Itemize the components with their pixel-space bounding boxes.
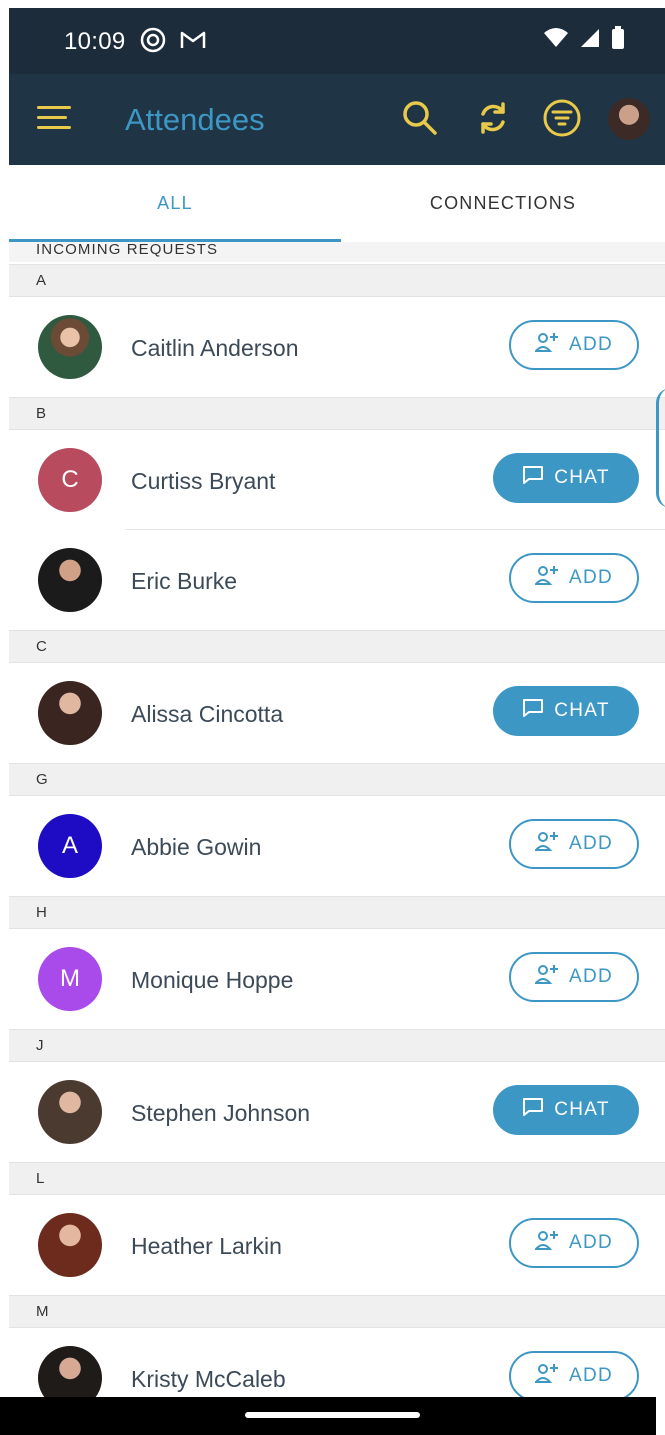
attendee-name: Stephen Johnson [131,1100,311,1126]
tab-connections[interactable]: CONNECTIONS [341,165,665,242]
attendee-name: Heather Larkin [131,1233,282,1259]
screen: 10:09 Attendees ALL CONNECTIONS INCOMING… [9,8,665,1435]
add-label: ADD [568,1232,613,1253]
avatar [38,548,102,612]
section-header: H [9,896,665,929]
search-icon [400,98,440,143]
section-header: A [9,264,665,297]
add-person-icon [533,830,559,858]
section-header: L [9,1162,665,1195]
gmail-icon [179,28,207,57]
add-label: ADD [568,966,613,987]
add-label: ADD [568,334,613,355]
avatar [38,1080,102,1144]
attendee-name: Abbie Gowin [131,834,262,860]
list-item[interactable]: C Curtiss Bryant CHAT [9,430,665,530]
add-person-icon [533,564,559,592]
list-item[interactable]: Stephen Johnson CHAT [9,1062,665,1162]
list-item[interactable]: Caitlin Anderson ADD [9,297,665,397]
add-label: ADD [568,1365,613,1386]
section-header: C [9,630,665,663]
menu-button[interactable] [37,106,71,134]
search-button[interactable] [398,98,442,142]
add-button[interactable]: ADD [509,952,639,1002]
avatar: A [38,814,102,878]
add-label: ADD [568,833,613,854]
list-item[interactable]: A Abbie Gowin ADD [9,796,665,896]
refresh-icon [475,100,511,141]
add-button[interactable]: ADD [509,320,639,370]
add-person-icon [533,1362,559,1390]
add-label: ADD [568,567,613,588]
add-button[interactable]: ADD [509,553,639,603]
attendee-name: Monique Hoppe [131,967,294,993]
chat-bubble-icon [522,1097,544,1123]
refresh-button[interactable] [471,98,515,142]
scroll-indicator[interactable] [656,388,665,508]
at-sign-icon [139,26,167,59]
menu-icon [37,106,71,109]
attendee-list: A Caitlin Anderson ADD B C Curtiss Bryan… [9,264,665,1428]
profile-avatar[interactable] [608,98,650,140]
avatar: M [38,947,102,1011]
chat-button[interactable]: CHAT [493,686,639,736]
add-person-icon [533,963,559,991]
attendee-name: Eric Burke [131,568,238,594]
list-item[interactable]: Eric Burke ADD [9,530,665,630]
attendee-name: Curtiss Bryant [131,468,276,494]
incoming-requests-label: INCOMING REQUESTS [36,241,219,258]
add-person-icon [533,331,559,359]
cell-signal-icon [579,27,601,54]
add-button[interactable]: ADD [509,1351,639,1401]
wifi-icon [543,27,569,54]
system-nav-bar [0,1397,656,1435]
attendee-name: Caitlin Anderson [131,335,299,361]
status-time: 10:09 [64,28,126,55]
chat-button[interactable]: CHAT [493,1085,639,1135]
chat-bubble-icon [522,698,544,724]
list-item[interactable]: M Monique Hoppe ADD [9,929,665,1029]
section-header: G [9,763,665,796]
filter-icon [542,98,582,143]
list-item[interactable]: Alissa Cincotta CHAT [9,663,665,763]
chat-label: CHAT [554,1099,610,1120]
avatar [38,681,102,745]
tab-all[interactable]: ALL [9,165,341,242]
filter-button[interactable] [540,98,584,142]
list-item[interactable]: Heather Larkin ADD [9,1195,665,1295]
home-gesture-handle[interactable] [245,1412,420,1418]
chat-label: CHAT [554,700,610,721]
chat-bubble-icon [522,465,544,491]
section-header: J [9,1029,665,1062]
chat-button[interactable]: CHAT [493,453,639,503]
tab-bar: ALL CONNECTIONS [9,165,665,243]
attendee-name: Kristy McCaleb [131,1366,286,1392]
add-person-icon [533,1229,559,1257]
avatar: C [38,448,102,512]
section-header: M [9,1295,665,1328]
avatar [38,315,102,379]
section-header: B [9,397,665,430]
add-button[interactable]: ADD [509,1218,639,1268]
page-title: Attendees [125,102,265,137]
avatar [38,1213,102,1277]
app-bar: Attendees [9,74,665,165]
incoming-requests-header[interactable]: INCOMING REQUESTS [9,241,665,262]
chat-label: CHAT [554,467,610,488]
battery-icon [611,26,625,55]
attendee-name: Alissa Cincotta [131,701,284,727]
add-button[interactable]: ADD [509,819,639,869]
status-bar: 10:09 [9,8,665,74]
